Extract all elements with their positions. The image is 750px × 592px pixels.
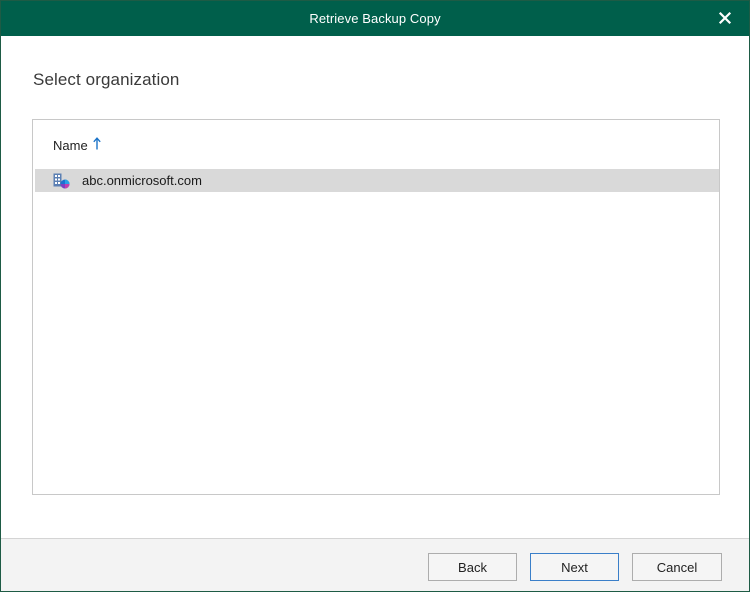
window-title: Retrieve Backup Copy [309, 11, 441, 26]
organization-list[interactable]: Name abc.onmicrosoft.com [32, 119, 720, 495]
sort-ascending-icon [92, 137, 101, 153]
button-bar: Back Next Cancel [1, 539, 749, 591]
close-icon [718, 11, 732, 25]
next-button[interactable]: Next [530, 553, 619, 581]
cancel-button[interactable]: Cancel [632, 553, 722, 581]
close-button[interactable] [717, 10, 733, 26]
column-header-label: Name [53, 138, 88, 153]
dialog-window: Retrieve Backup Copy Select organization… [0, 0, 750, 592]
title-bar[interactable]: Retrieve Backup Copy [1, 1, 749, 36]
back-button[interactable]: Back [428, 553, 517, 581]
column-header-name[interactable]: Name [53, 137, 101, 153]
page-heading: Select organization [33, 70, 180, 89]
organization-icon [53, 173, 70, 189]
list-item[interactable]: abc.onmicrosoft.com [35, 169, 719, 192]
organization-name: abc.onmicrosoft.com [82, 173, 202, 188]
